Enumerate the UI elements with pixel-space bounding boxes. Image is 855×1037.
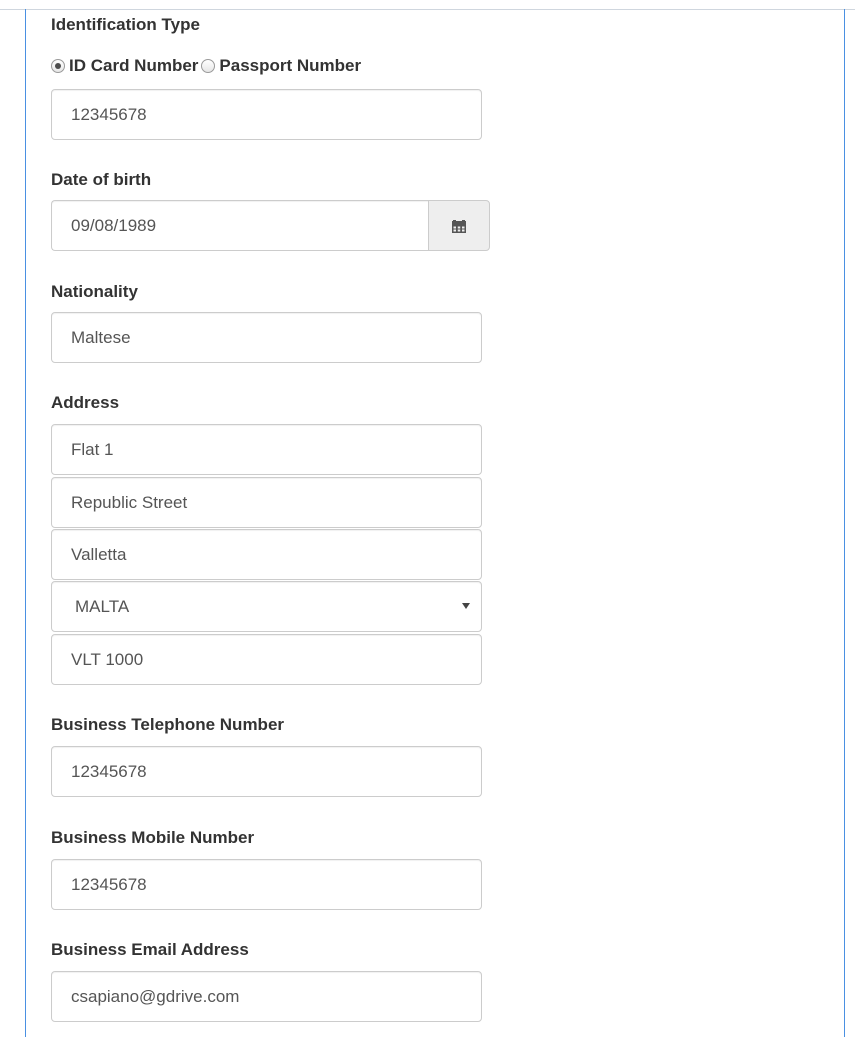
chevron-down-icon — [462, 603, 470, 609]
identification-number-value: 12345678 — [71, 104, 147, 124]
nationality-value: Maltese — [71, 327, 131, 347]
business-telephone-value: 12345678 — [71, 761, 147, 781]
passport-number-radio[interactable] — [201, 59, 216, 73]
date-of-birth-input-group: 09/08/1989 — [51, 200, 490, 251]
address-postcode-input[interactable]: VLT 1000 — [51, 634, 482, 685]
nationality-input[interactable]: Maltese — [51, 312, 482, 363]
business-telephone-label: Business Telephone Number — [51, 715, 285, 734]
address-line1-input[interactable]: Flat 1 — [51, 424, 482, 475]
business-email-label: Business Email Address — [51, 940, 249, 959]
identification-type-label: Identification Type — [51, 15, 200, 34]
business-telephone-input[interactable]: 12345678 — [51, 746, 482, 797]
address-line1-value: Flat 1 — [71, 439, 114, 459]
calendar-icon — [452, 219, 466, 233]
date-of-birth-value: 09/08/1989 — [71, 215, 157, 235]
passport-number-option[interactable]: Passport Number — [201, 56, 364, 76]
date-of-birth-label: Date of birth — [51, 170, 152, 189]
business-email-value: csapiano@gdrive.com — [71, 986, 240, 1006]
identification-type-radio-group: ID Card Number Passport Number — [51, 55, 364, 77]
business-mobile-label: Business Mobile Number — [51, 828, 255, 847]
identification-number-input[interactable]: 12345678 — [51, 89, 482, 140]
business-mobile-input[interactable]: 12345678 — [51, 859, 482, 910]
address-postcode-value: VLT 1000 — [71, 649, 144, 669]
date-of-birth-input[interactable]: 09/08/1989 — [51, 200, 429, 251]
address-country-value: MALTA — [75, 596, 130, 616]
nationality-label: Nationality — [51, 282, 138, 301]
business-email-input[interactable]: csapiano@gdrive.com — [51, 971, 482, 1022]
address-city-input[interactable]: Valletta — [51, 529, 482, 580]
address-line2-input[interactable]: Republic Street — [51, 477, 482, 528]
passport-number-radio-label: Passport Number — [219, 56, 362, 75]
address-country-select[interactable]: MALTA — [51, 581, 482, 632]
id-card-number-radio-label: ID Card Number — [69, 56, 199, 75]
address-line2-value: Republic Street — [71, 492, 188, 512]
registration-form-page: Identification Type ID Card Number Passp… — [0, 0, 855, 1037]
calendar-button[interactable] — [428, 200, 490, 251]
id-card-number-option[interactable]: ID Card Number — [51, 56, 201, 76]
id-card-number-radio[interactable] — [51, 59, 65, 73]
address-label: Address — [51, 393, 120, 412]
business-mobile-value: 12345678 — [71, 874, 147, 894]
address-city-value: Valletta — [71, 544, 127, 564]
